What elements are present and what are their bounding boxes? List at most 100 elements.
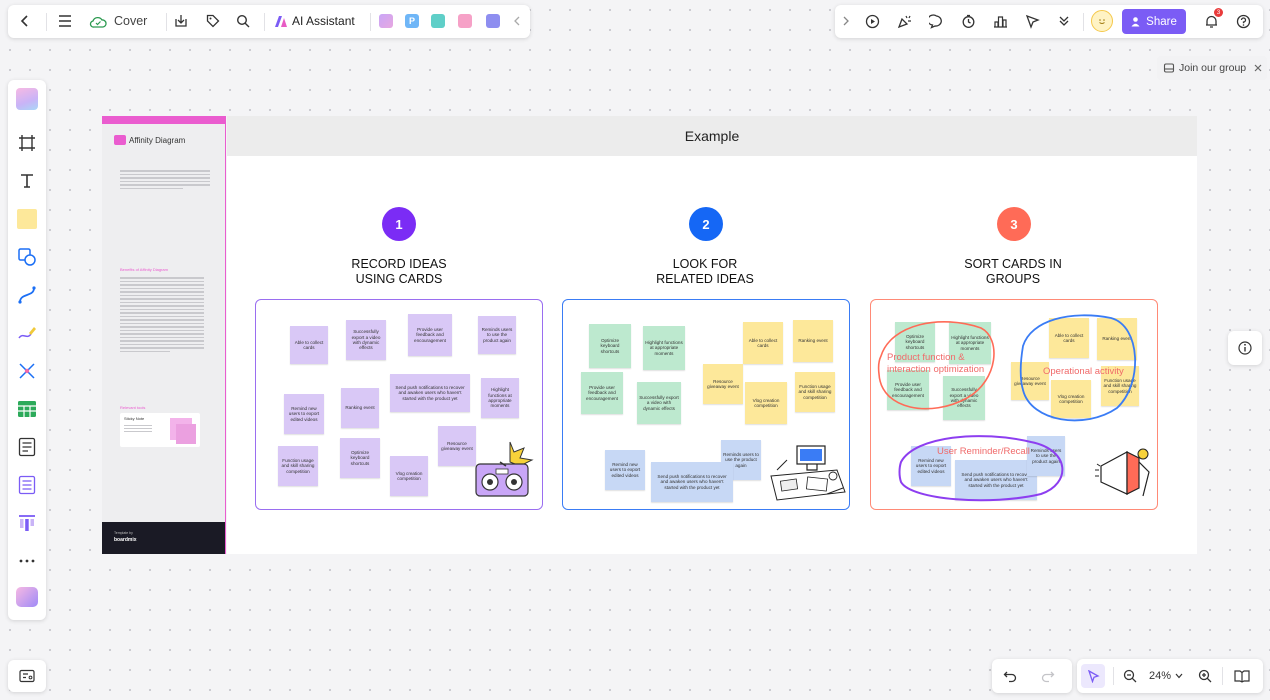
sticky-note[interactable]: Reminds users to use the product again — [478, 316, 516, 354]
document-tool[interactable] — [8, 430, 46, 464]
table-tool[interactable] — [8, 392, 46, 426]
minimap-button[interactable] — [1233, 667, 1251, 685]
list-tool[interactable] — [8, 468, 46, 502]
plugin-chat-button[interactable] — [484, 12, 502, 30]
related-ideas-board[interactable]: Optimize keyboard shortcuts Highlight fu… — [562, 299, 850, 510]
plugin-image-button[interactable] — [377, 12, 395, 30]
sticky-note[interactable]: Remind new users to export edited videos — [605, 450, 645, 490]
sticky-note[interactable]: Function usage and skill sharing competi… — [795, 372, 835, 412]
template-section-tools: Relevant tools — [120, 405, 146, 410]
divider — [1222, 667, 1223, 685]
plugin-share-button[interactable] — [429, 12, 447, 30]
ai-assistant-button[interactable]: AI Assistant — [274, 12, 355, 30]
boombox-illustration — [475, 441, 534, 497]
mindmap-plugin-icon — [431, 14, 445, 28]
sticky-note[interactable]: Remind new users to export edited videos — [284, 394, 324, 434]
text-icon — [21, 174, 33, 188]
timer-button[interactable] — [959, 12, 977, 30]
undo-button[interactable] — [1001, 667, 1019, 685]
frame-tool[interactable] — [8, 126, 46, 160]
celebrate-button[interactable] — [895, 12, 913, 30]
kanban-tool[interactable] — [8, 506, 46, 540]
add-person-icon — [1131, 17, 1140, 27]
info-button[interactable] — [1228, 331, 1262, 365]
sticky-note[interactable]: Successfully export a video with dynamic… — [346, 320, 386, 360]
example-frame[interactable]: Example 1 2 3 RECORD IDEAS USING CARDS LO… — [227, 116, 1197, 554]
zoom-in-button[interactable] — [1196, 667, 1214, 685]
template-tool[interactable] — [8, 82, 46, 116]
zoom-out-button[interactable] — [1121, 667, 1139, 685]
sticky-note[interactable]: Highlight functions at appropriate momen… — [643, 326, 685, 370]
download-button[interactable] — [172, 12, 190, 30]
more-tools-button[interactable] — [1055, 12, 1073, 30]
vote-button[interactable] — [991, 12, 1009, 30]
curve-line-icon — [18, 286, 36, 304]
cursor-icon — [1087, 669, 1100, 683]
record-ideas-board[interactable]: Able to collect cards Successfully expor… — [255, 299, 543, 510]
connector-tool[interactable] — [8, 278, 46, 312]
tag-button[interactable] — [204, 12, 222, 30]
sticky-note[interactable]: Function usage and skill sharing competi… — [278, 446, 318, 486]
sticky-note[interactable]: Provide user feedback and encouragement — [581, 372, 623, 414]
zoom-in-icon — [1198, 669, 1212, 683]
plugin-flow-button[interactable] — [456, 12, 474, 30]
sticky-note[interactable]: Ranking event — [793, 320, 833, 362]
menu-button[interactable] — [56, 12, 74, 30]
sticky-note[interactable]: Optimize keyboard shortcuts — [340, 438, 380, 478]
share-button[interactable]: Share — [1122, 9, 1186, 34]
search-button[interactable] — [234, 12, 252, 30]
sticky-note[interactable]: Successfully export a video with dynamic… — [637, 382, 681, 424]
select-tool-button[interactable] — [1081, 664, 1105, 688]
shapes-icon — [18, 248, 36, 266]
redo-icon — [1041, 671, 1055, 683]
frame-icon — [19, 135, 35, 151]
app-tool[interactable] — [8, 580, 46, 614]
undo-icon — [1003, 671, 1017, 683]
mindmap-tool[interactable] — [8, 354, 46, 388]
collapse-plugins-button[interactable] — [510, 12, 524, 30]
help-button[interactable] — [1234, 12, 1252, 30]
join-group-banner[interactable]: Join our group — [1157, 56, 1267, 80]
present-button[interactable] — [863, 12, 881, 30]
template-info-panel[interactable]: Affinity Diagram Benefits of Affinity Di… — [102, 116, 226, 554]
doc-title[interactable]: Cover — [114, 13, 147, 29]
notifications-button[interactable]: 3 — [1202, 8, 1223, 30]
shape-tool[interactable] — [8, 240, 46, 274]
list-doc-icon — [18, 475, 36, 495]
sticky-note[interactable]: Able to collect cards — [743, 322, 783, 364]
close-icon[interactable] — [1254, 64, 1262, 72]
sort-groups-board[interactable]: Optimize keyboard shortcuts Highlight fu… — [870, 299, 1158, 510]
follow-button[interactable] — [1023, 12, 1041, 30]
sticky-note[interactable]: Optimize keyboard shortcuts — [589, 324, 631, 368]
more-tools-button[interactable] — [8, 544, 46, 578]
step-3-title-line1: SORT CARDS IN — [964, 257, 1062, 271]
ai-logo-icon — [275, 15, 287, 27]
sticky-note[interactable]: Able to collect cards — [290, 326, 328, 364]
chevron-left-icon — [20, 15, 28, 27]
sticky-note-tool[interactable] — [8, 202, 46, 236]
template-title: Affinity Diagram — [129, 135, 186, 145]
card-list-icon — [19, 669, 35, 683]
flag-icon — [1025, 14, 1040, 29]
zoom-out-icon — [1123, 669, 1137, 683]
zoom-level-select[interactable]: 24% — [1149, 667, 1183, 685]
redo-button[interactable] — [1039, 667, 1057, 685]
sticky-note[interactable]: Send push notifications to recover and a… — [390, 374, 470, 412]
plugin-p-button[interactable]: P — [403, 12, 421, 30]
comment-button[interactable] — [927, 12, 945, 30]
sticky-note[interactable]: Ranking event — [341, 388, 379, 428]
pen-tool[interactable] — [8, 316, 46, 350]
sticky-note[interactable]: Vlog creation competition — [390, 456, 428, 496]
sticky-note[interactable]: Provide user feedback and encouragement — [408, 314, 452, 356]
sticky-note[interactable]: Highlight functions at appropriate momen… — [481, 378, 519, 418]
layers-button[interactable] — [8, 660, 46, 692]
expand-button[interactable] — [839, 12, 853, 30]
back-button[interactable] — [16, 12, 34, 30]
text-tool[interactable] — [8, 164, 46, 198]
sticky-note[interactable]: Resource giveaway event — [703, 364, 743, 404]
p-plugin-icon: P — [405, 14, 419, 28]
user-avatar[interactable] — [1091, 10, 1113, 32]
download-icon — [175, 15, 187, 27]
sticky-note[interactable]: Vlog creation competition — [745, 382, 787, 424]
sticky-note[interactable]: Send push notifications to recover and a… — [651, 462, 733, 502]
